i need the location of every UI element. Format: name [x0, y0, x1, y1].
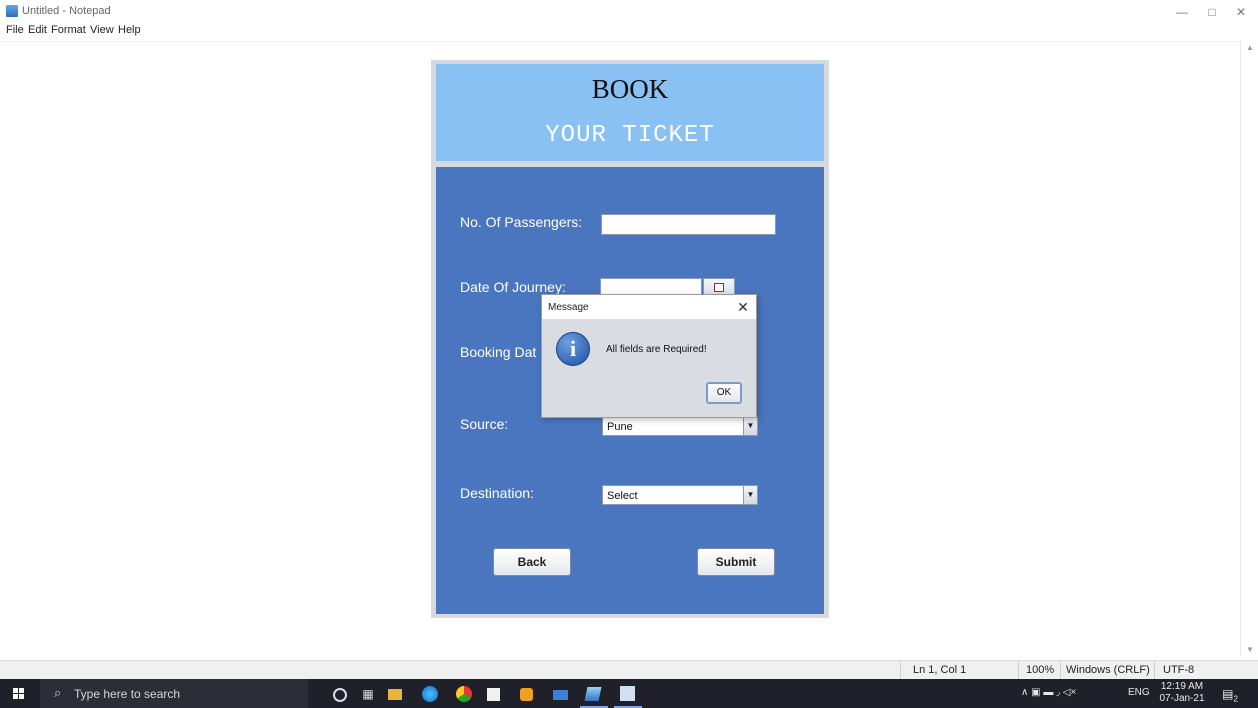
store-icon[interactable]	[487, 688, 500, 701]
source-selected-value: Pune	[607, 421, 633, 433]
status-separator	[1018, 661, 1019, 679]
notification-icon[interactable]: ▤2	[1222, 686, 1238, 704]
search-placeholder: Type here to search	[74, 687, 181, 701]
taskbar: ⌕ Type here to search ▦ ∧ ▣ ▬ ◞ ◁× ENG 1…	[0, 679, 1258, 708]
chevron-down-icon[interactable]: ▼	[743, 417, 757, 435]
dialog-close-button[interactable]: ✕	[734, 298, 752, 316]
submit-button[interactable]: Submit	[697, 548, 775, 576]
mail-icon[interactable]	[553, 690, 568, 700]
destination-label: Destination:	[460, 485, 534, 501]
dialog-titlebar: Message ✕	[542, 295, 756, 319]
passengers-input[interactable]	[601, 214, 776, 235]
status-encoding: UTF-8	[1163, 664, 1195, 676]
vertical-scrollbar[interactable]: ▲ ▼	[1240, 41, 1258, 657]
chevron-down-icon[interactable]: ▼	[743, 486, 757, 504]
booking-date-label: Booking Dat	[460, 344, 537, 360]
scroll-up-icon[interactable]: ▲	[1241, 41, 1258, 55]
menu-edit[interactable]: Edit	[28, 24, 47, 36]
maximize-button[interactable]: □	[1197, 3, 1227, 21]
header-panel: BOOK YOUR TICKET	[436, 64, 824, 161]
close-button[interactable]: ✕	[1226, 3, 1256, 21]
destination-selected-value: Select	[607, 490, 638, 502]
dialog-body: i All fields are Required! OK	[542, 319, 756, 417]
dialog-message: All fields are Required!	[606, 344, 707, 355]
calendar-icon	[714, 283, 724, 292]
edge-icon[interactable]	[422, 686, 438, 702]
notepad-app-icon	[6, 5, 18, 17]
menu-file[interactable]: File	[6, 24, 24, 36]
chrome-icon[interactable]	[456, 686, 472, 702]
windows-start-icon[interactable]	[13, 688, 24, 699]
scroll-down-icon[interactable]: ▼	[1241, 643, 1258, 657]
back-button[interactable]: Back	[493, 548, 571, 576]
taskbar-search-box[interactable]: ⌕ Type here to search	[40, 679, 308, 708]
clock-time: 12:19 AM	[1160, 681, 1204, 692]
notification-count: 2	[1233, 694, 1238, 704]
app-icon[interactable]	[520, 688, 533, 701]
journey-date-label: Date Of Journey:	[460, 279, 566, 295]
status-separator	[1154, 661, 1155, 679]
notepad-titlebar: Untitled - Notepad — □ ✕	[0, 0, 1258, 22]
task-view-icon[interactable]: ▦	[360, 686, 376, 702]
page-subtitle: YOUR TICKET	[545, 122, 715, 149]
menu-format[interactable]: Format	[51, 24, 86, 36]
notepad-icon[interactable]	[584, 687, 602, 701]
file-explorer-icon[interactable]	[388, 689, 402, 700]
message-dialog: Message ✕ i All fields are Required! OK	[541, 294, 757, 418]
menu-view[interactable]: View	[90, 24, 114, 36]
cortana-icon[interactable]	[333, 688, 347, 702]
status-separator	[1060, 661, 1061, 679]
passengers-label: No. Of Passengers:	[460, 214, 583, 230]
menu-help[interactable]: Help	[118, 24, 141, 36]
tray-icons[interactable]: ∧ ▣ ▬ ◞ ◁×	[1021, 687, 1076, 698]
ok-button[interactable]: OK	[706, 382, 742, 404]
clock-date: 07-Jan-21	[1159, 693, 1205, 704]
source-select[interactable]: Pune ▼	[602, 416, 758, 436]
window-title: Untitled - Notepad	[22, 5, 111, 17]
minimize-button[interactable]: —	[1167, 3, 1197, 21]
status-zoom: 100%	[1026, 664, 1055, 676]
language-indicator[interactable]: ENG	[1128, 687, 1150, 698]
status-line-ending: Windows (CRLF)	[1066, 664, 1150, 676]
info-icon: i	[556, 332, 590, 366]
status-separator	[900, 661, 901, 679]
source-label: Source:	[460, 416, 509, 432]
page-title: BOOK	[591, 74, 669, 104]
dialog-title: Message	[548, 302, 589, 313]
system-clock[interactable]: 12:19 AM 07-Jan-21	[1158, 681, 1206, 705]
search-icon: ⌕	[54, 685, 62, 700]
destination-select[interactable]: Select ▼	[602, 485, 758, 505]
status-bar: Ln 1, Col 1 100% Windows (CRLF) UTF-8	[0, 660, 1258, 679]
status-position: Ln 1, Col 1	[913, 664, 967, 676]
java-icon[interactable]	[620, 686, 635, 701]
